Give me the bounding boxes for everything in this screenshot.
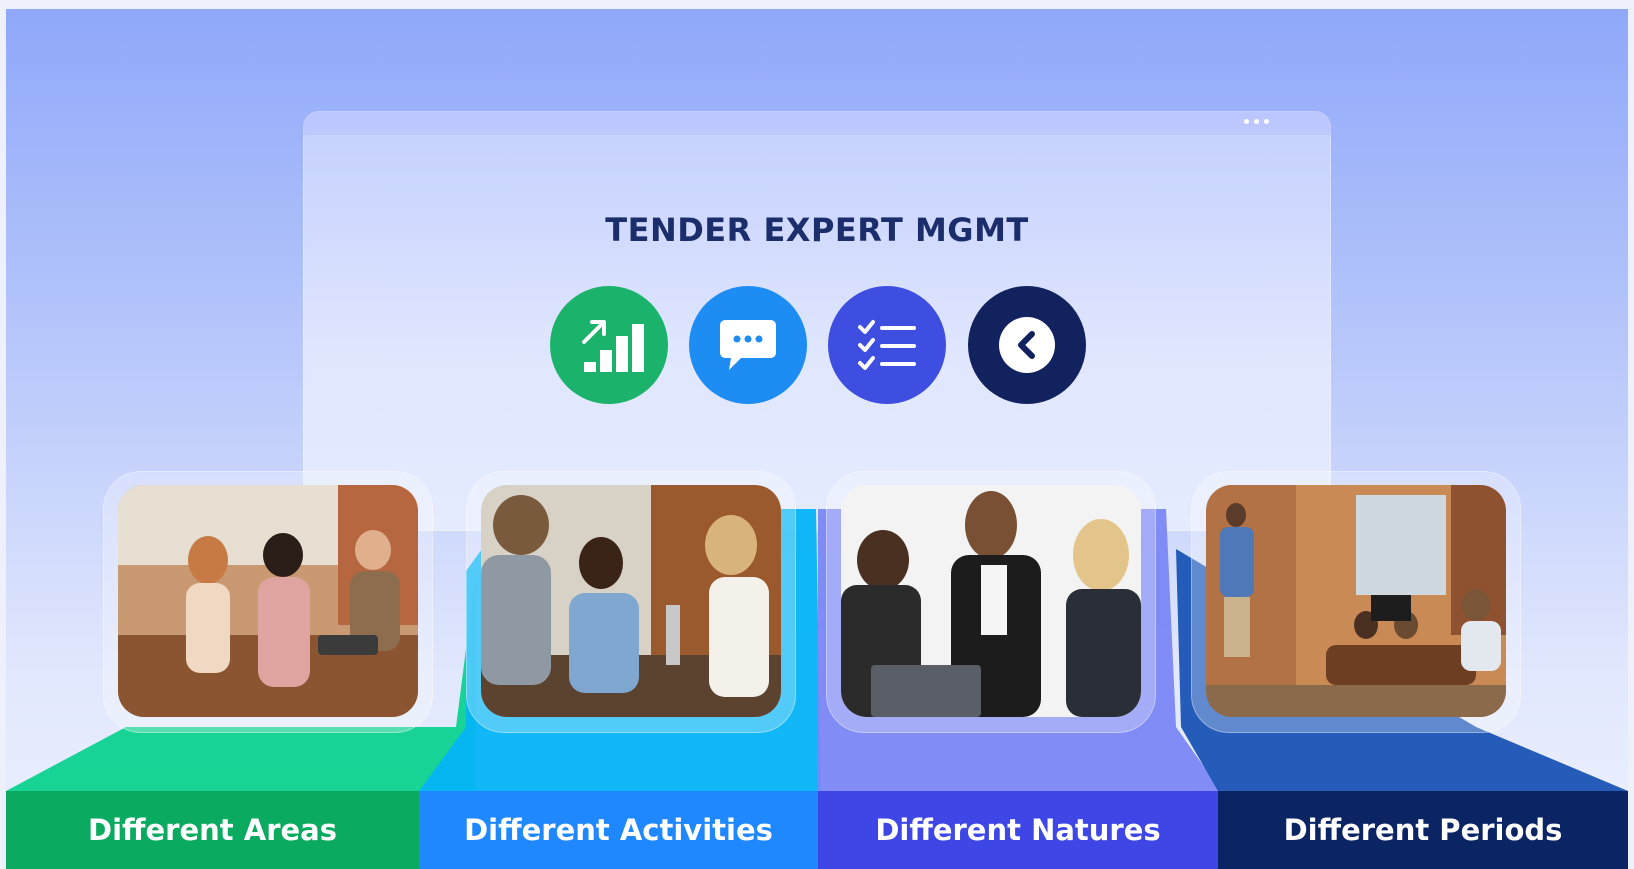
- photo-tile-areas: [103, 471, 433, 733]
- photo-tile-periods: [1191, 471, 1521, 733]
- category-label: Different Periods: [1283, 813, 1563, 847]
- category-tab-periods[interactable]: Different Periods: [1218, 791, 1628, 869]
- students-laughing-photo: [481, 485, 781, 717]
- team-meeting-photo: [118, 485, 418, 717]
- businesswomen-laptop-photo: [841, 485, 1141, 717]
- photo-tile-activities: [466, 471, 796, 733]
- presentation-room-photo: [1206, 485, 1506, 717]
- category-label: Different Natures: [875, 813, 1161, 847]
- infographic-canvas: TENDER EXPERT MGMT Different Areas Diffe…: [6, 9, 1628, 869]
- category-label: Different Areas: [88, 813, 337, 847]
- photo-tile-natures: [826, 471, 1156, 733]
- category-tab-natures[interactable]: Different Natures: [818, 791, 1218, 869]
- category-tab-activities[interactable]: Different Activities: [419, 791, 818, 869]
- category-wedges: [6, 509, 1628, 791]
- category-label: Different Activities: [464, 813, 773, 847]
- category-tab-areas[interactable]: Different Areas: [6, 791, 419, 869]
